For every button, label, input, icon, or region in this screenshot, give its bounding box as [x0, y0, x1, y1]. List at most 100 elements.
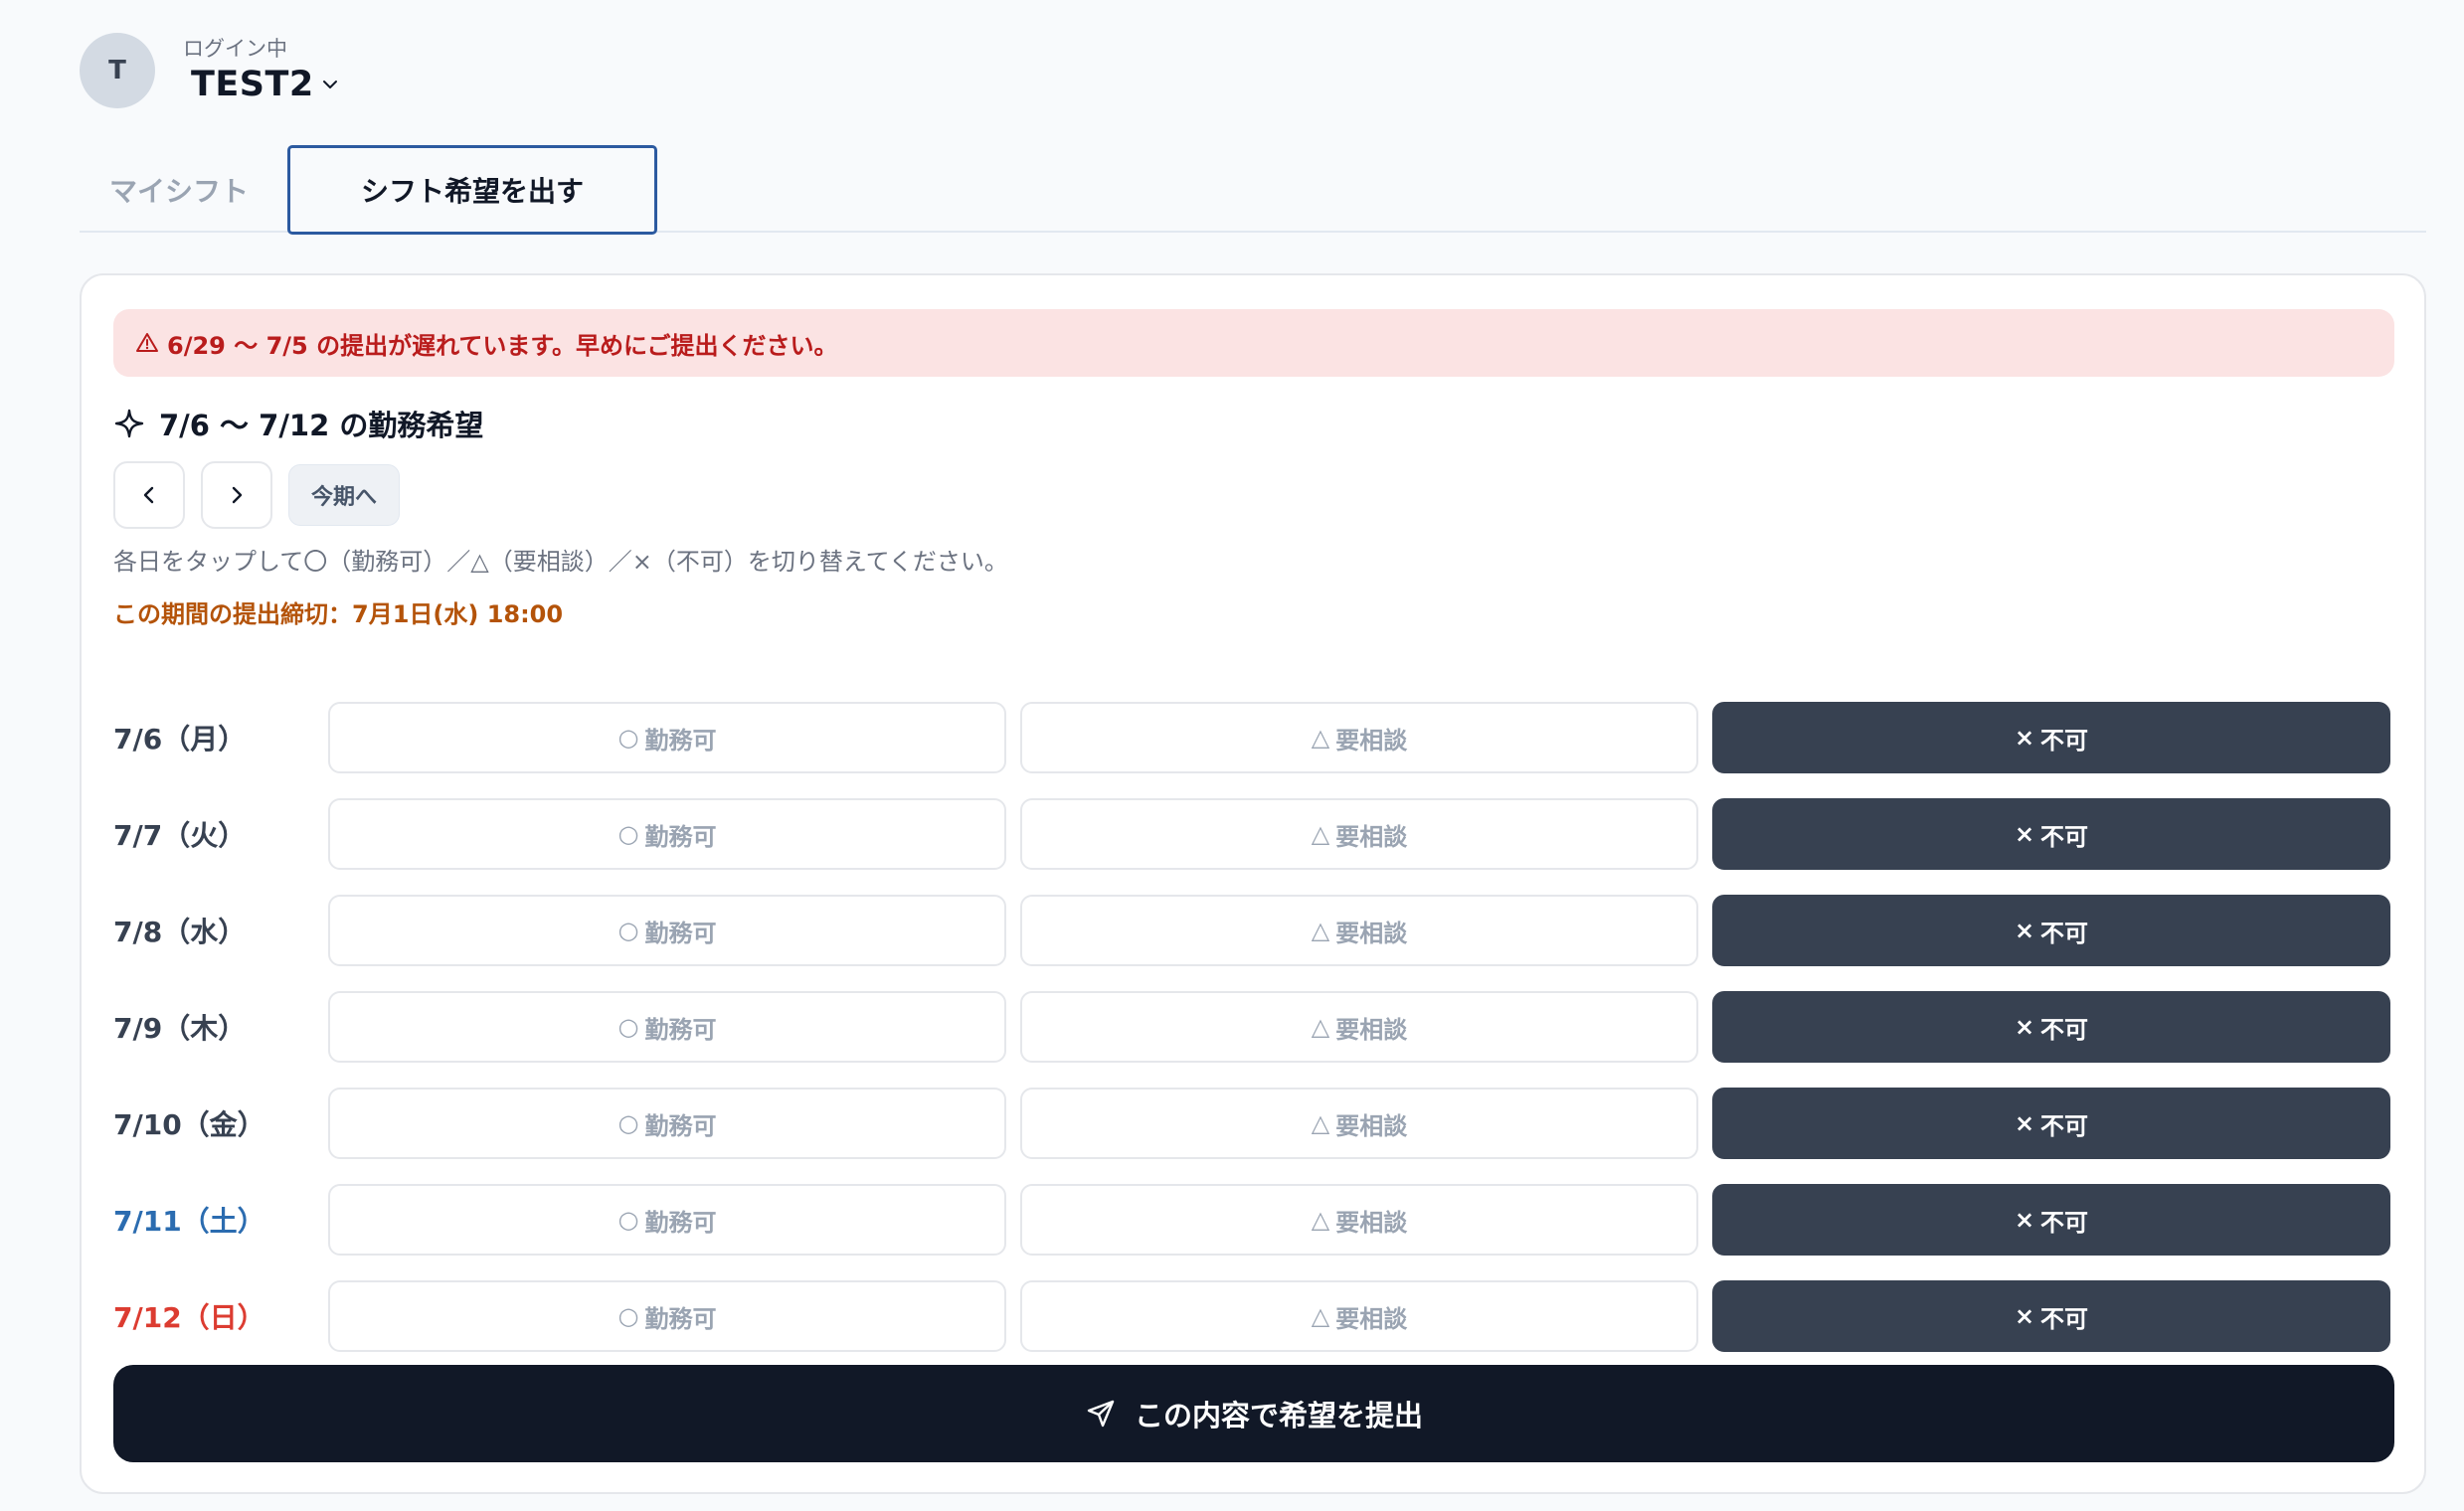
user-block: ログイン中 TEST2 — [183, 36, 340, 105]
option-available-button[interactable]: ○ 勤務可 — [328, 1184, 1006, 1256]
day-row: 7/11（土） ○ 勤務可 △ 要相談 × 不可 — [113, 1184, 2394, 1256]
option-unavailable-label: 不可 — [2040, 1208, 2089, 1237]
option-unavailable-glyph: × — [2014, 724, 2035, 752]
page: T ログイン中 TEST2 マイシフト シフト希望を出す 6/29 〜 7/5 … — [0, 0, 2464, 1511]
option-available-label: 勤務可 — [644, 1111, 717, 1140]
section-heading: 7/6 〜 7/12 の勤務希望 — [113, 402, 483, 445]
option-consult-button[interactable]: △ 要相談 — [1020, 1088, 1698, 1159]
option-consult-label: 要相談 — [1335, 919, 1408, 947]
option-available-glyph: ○ — [617, 1109, 639, 1137]
user-name[interactable]: TEST2 — [191, 64, 314, 105]
day-label: 7/6（月） — [113, 723, 247, 756]
option-consult-glyph: △ — [1311, 1109, 1330, 1137]
submit-button[interactable]: この内容で希望を提出 — [113, 1365, 2394, 1462]
option-unavailable-glyph: × — [2014, 1206, 2035, 1234]
option-unavailable-glyph: × — [2014, 820, 2035, 848]
day-row: 7/8（水） ○ 勤務可 △ 要相談 × 不可 — [113, 895, 2394, 966]
user-switcher[interactable]: TEST2 — [191, 64, 340, 105]
period-nav: 今期へ — [113, 461, 401, 529]
option-unavailable-label: 不可 — [2040, 1304, 2089, 1333]
option-available-button[interactable]: ○ 勤務可 — [328, 702, 1006, 773]
day-row: 7/9（木） ○ 勤務可 △ 要相談 × 不可 — [113, 991, 2394, 1063]
day-label: 7/12（日） — [113, 1301, 265, 1334]
day-row: 7/7（火） ○ 勤務可 △ 要相談 × 不可 — [113, 798, 2394, 870]
day-label: 7/11（土） — [113, 1205, 265, 1238]
send-icon — [1087, 1400, 1115, 1427]
option-consult-button[interactable]: △ 要相談 — [1020, 1280, 1698, 1352]
option-available-glyph: ○ — [617, 917, 639, 944]
option-available-button[interactable]: ○ 勤務可 — [328, 895, 1006, 966]
option-consult-glyph: △ — [1311, 724, 1330, 752]
option-consult-label: 要相談 — [1335, 726, 1408, 755]
option-unavailable-button[interactable]: × 不可 — [1712, 991, 2390, 1063]
option-unavailable-button[interactable]: × 不可 — [1712, 1184, 2390, 1256]
option-unavailable-button[interactable]: × 不可 — [1712, 1088, 2390, 1159]
day-label: 7/10（金） — [113, 1108, 265, 1141]
option-unavailable-glyph: × — [2014, 1013, 2035, 1041]
option-consult-label: 要相談 — [1335, 1111, 1408, 1140]
option-consult-button[interactable]: △ 要相談 — [1020, 798, 1698, 870]
option-unavailable-button[interactable]: × 不可 — [1712, 1280, 2390, 1352]
option-unavailable-glyph: × — [2014, 1302, 2035, 1330]
day-row: 7/10（金） ○ 勤務可 △ 要相談 × 不可 — [113, 1088, 2394, 1159]
option-consult-glyph: △ — [1311, 820, 1330, 848]
option-available-button[interactable]: ○ 勤務可 — [328, 798, 1006, 870]
option-available-label: 勤務可 — [644, 919, 717, 947]
option-consult-glyph: △ — [1311, 1302, 1330, 1330]
chevron-right-icon — [232, 486, 243, 504]
alert-text: 6/29 〜 7/5 の提出が遅れています。早めにご提出ください。 — [167, 331, 838, 360]
prev-period-button[interactable] — [113, 461, 185, 529]
option-unavailable-label: 不可 — [2040, 919, 2089, 947]
tab-submit-request[interactable]: シフト希望を出す — [287, 145, 657, 235]
option-available-glyph: ○ — [617, 1206, 639, 1234]
day-label: 7/9（木） — [113, 1012, 247, 1045]
option-consult-glyph: △ — [1311, 917, 1330, 944]
option-consult-button[interactable]: △ 要相談 — [1020, 1184, 1698, 1256]
option-consult-button[interactable]: △ 要相談 — [1020, 702, 1698, 773]
option-consult-label: 要相談 — [1335, 1015, 1408, 1044]
option-available-glyph: ○ — [617, 1013, 639, 1041]
option-unavailable-button[interactable]: × 不可 — [1712, 798, 2390, 870]
option-unavailable-label: 不可 — [2040, 1111, 2089, 1140]
day-row: 7/6（月） ○ 勤務可 △ 要相談 × 不可 — [113, 702, 2394, 773]
option-consult-label: 要相談 — [1335, 1304, 1408, 1333]
chevron-left-icon — [143, 486, 154, 504]
day-row: 7/12（日） ○ 勤務可 △ 要相談 × 不可 — [113, 1280, 2394, 1352]
next-period-button[interactable] — [201, 461, 272, 529]
option-unavailable-label: 不可 — [2040, 822, 2089, 851]
option-unavailable-label: 不可 — [2040, 1015, 2089, 1044]
overdue-alert: 6/29 〜 7/5 の提出が遅れています。早めにご提出ください。 — [113, 309, 2394, 377]
option-available-label: 勤務可 — [644, 726, 717, 755]
avatar[interactable]: T — [80, 33, 155, 108]
request-card: 6/29 〜 7/5 の提出が遅れています。早めにご提出ください。 7/6 〜 … — [80, 273, 2426, 1494]
option-consult-label: 要相談 — [1335, 822, 1408, 851]
option-available-label: 勤務可 — [644, 1208, 717, 1237]
option-available-label: 勤務可 — [644, 1015, 717, 1044]
option-available-button[interactable]: ○ 勤務可 — [328, 1280, 1006, 1352]
option-consult-button[interactable]: △ 要相談 — [1020, 991, 1698, 1063]
option-consult-glyph: △ — [1311, 1206, 1330, 1234]
option-available-button[interactable]: ○ 勤務可 — [328, 991, 1006, 1063]
day-label: 7/8（水） — [113, 916, 247, 948]
day-label: 7/7（火） — [113, 819, 247, 852]
option-available-label: 勤務可 — [644, 822, 717, 851]
option-available-button[interactable]: ○ 勤務可 — [328, 1088, 1006, 1159]
option-consult-glyph: △ — [1311, 1013, 1330, 1041]
option-available-glyph: ○ — [617, 820, 639, 848]
option-unavailable-label: 不可 — [2040, 726, 2089, 755]
option-unavailable-glyph: × — [2014, 917, 2035, 944]
option-available-glyph: ○ — [617, 724, 639, 752]
option-consult-button[interactable]: △ 要相談 — [1020, 895, 1698, 966]
deadline-text: この期間の提出締切：7月1日(水) 18:00 — [113, 600, 564, 628]
option-available-glyph: ○ — [617, 1302, 639, 1330]
current-period-button[interactable]: 今期へ — [288, 464, 401, 526]
tab-bar: マイシフト シフト希望を出す — [80, 145, 2426, 235]
submit-label: この内容で希望を提出 — [1134, 1399, 1423, 1432]
warning-triangle-icon — [136, 333, 158, 352]
tab-my-shift[interactable]: マイシフト — [80, 145, 278, 235]
instructions: 各日をタップして〇（勤務可）／△（要相談）／×（不可）を切り替えてください。 — [113, 548, 1008, 576]
sparkle-icon — [114, 409, 144, 438]
option-unavailable-button[interactable]: × 不可 — [1712, 895, 2390, 966]
option-unavailable-button[interactable]: × 不可 — [1712, 702, 2390, 773]
chevron-down-icon[interactable] — [320, 75, 340, 94]
